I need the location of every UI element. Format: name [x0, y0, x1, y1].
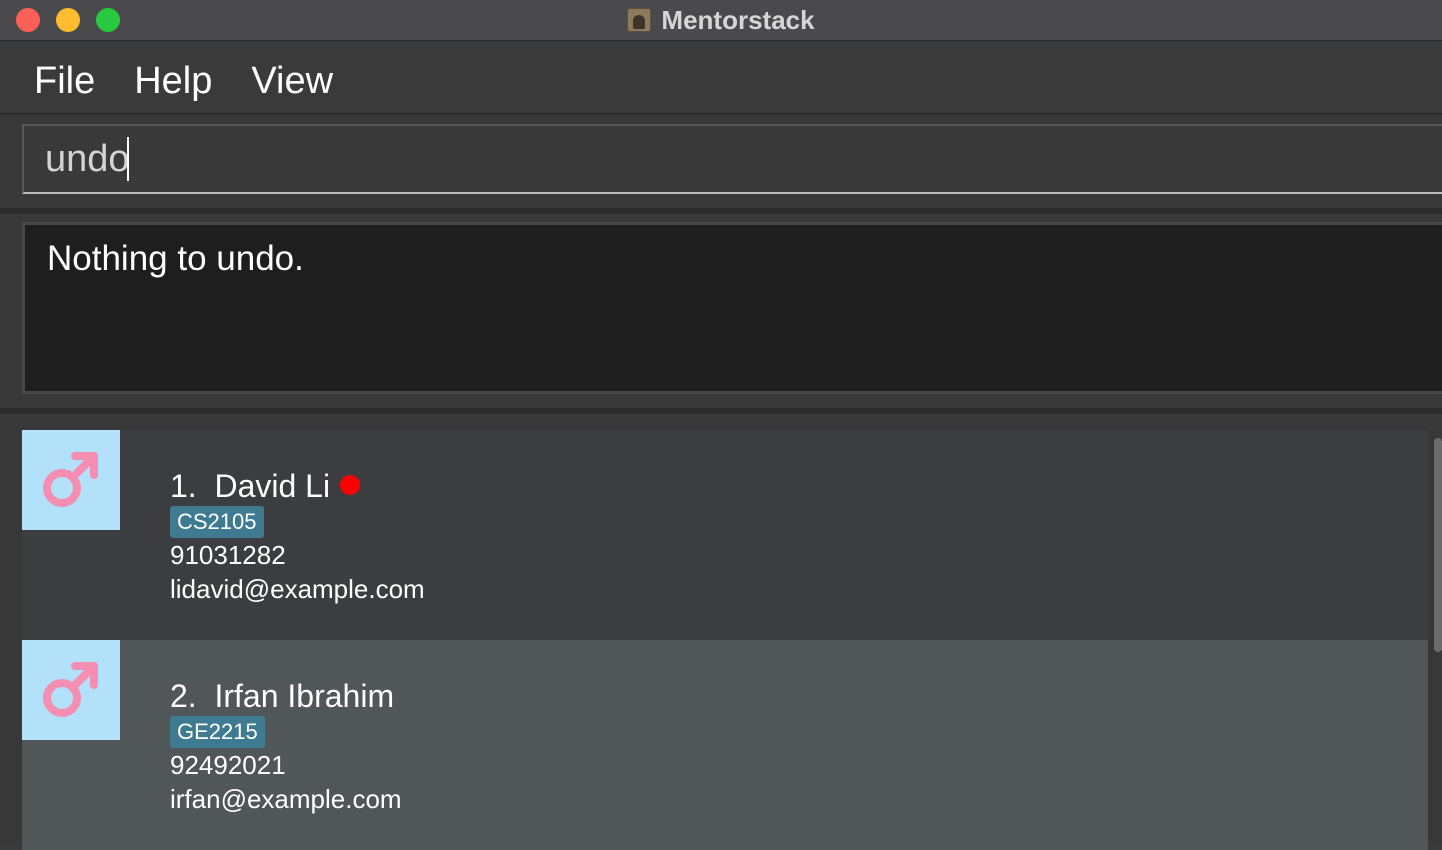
person-email: irfan@example.com	[170, 784, 402, 814]
person-index: 2.	[170, 678, 197, 714]
person-phone: 92492021	[170, 750, 286, 780]
status-dot-icon	[340, 475, 361, 495]
menu-bar: File Help View	[0, 49, 1442, 114]
person-list: 1. David Li CS2105 91031282 lidavid@exam…	[0, 414, 1442, 850]
list-scrollbar[interactable]	[1434, 438, 1442, 652]
person-phone: 91031282	[170, 540, 286, 570]
menu-help[interactable]: Help	[134, 62, 212, 100]
person-email: lidavid@example.com	[170, 574, 425, 604]
module-tag: CS2105	[170, 506, 264, 538]
title-bar: Mentorstack	[0, 0, 1442, 41]
menu-file[interactable]: File	[34, 62, 95, 100]
module-tag: GE2215	[170, 716, 265, 748]
command-input[interactable]: undo	[22, 124, 1442, 194]
app-icon	[627, 8, 652, 32]
result-display: Nothing to undo.	[22, 222, 1442, 394]
menu-view[interactable]: View	[251, 62, 333, 100]
command-box-area: undo	[0, 114, 1442, 214]
person-name: David Li	[214, 468, 331, 504]
person-name-line: 1. David Li	[170, 468, 361, 505]
person-card[interactable]: 1. David Li CS2105 91031282 lidavid@exam…	[22, 430, 1428, 640]
person-name: Irfan Ibrahim	[214, 678, 395, 714]
result-message: Nothing to undo.	[47, 239, 304, 278]
window-title-group: Mentorstack	[0, 0, 1442, 40]
male-symbol-icon	[22, 640, 120, 740]
result-display-area: Nothing to undo.	[0, 214, 1442, 414]
person-name-line: 2. Irfan Ibrahim	[170, 678, 394, 715]
person-card[interactable]: 2. Irfan Ibrahim GE2215 92492021 irfan@e…	[22, 640, 1428, 850]
person-index: 1.	[170, 468, 197, 504]
command-input-text: undo	[45, 138, 130, 180]
male-symbol-icon	[22, 430, 120, 530]
window-title: Mentorstack	[661, 4, 815, 35]
text-caret	[126, 137, 129, 181]
